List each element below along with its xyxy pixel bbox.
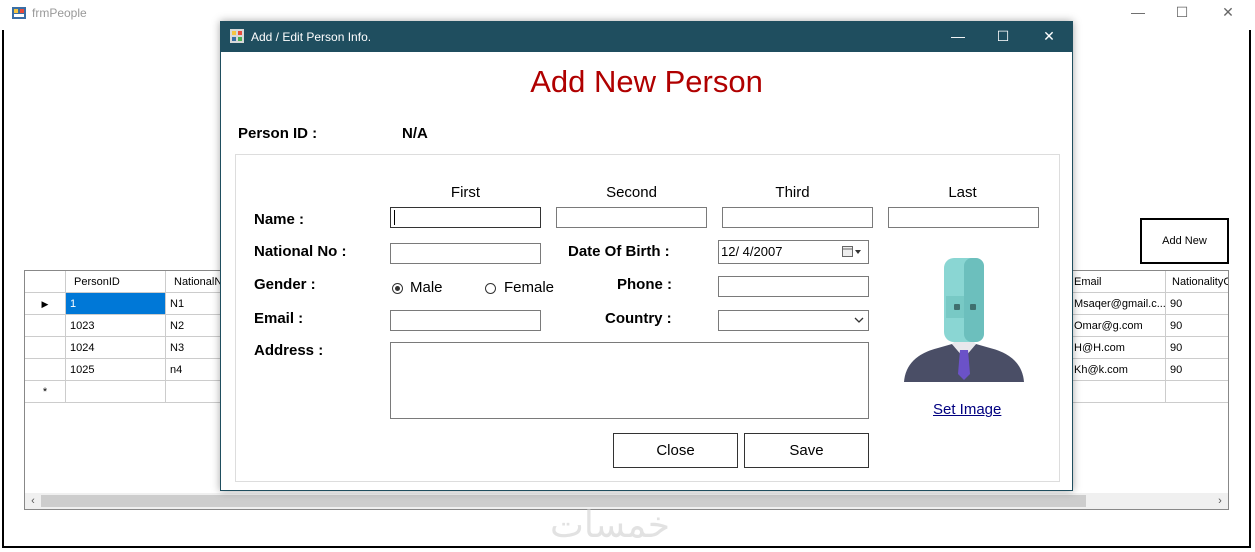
column-header-email[interactable]: Email (1070, 271, 1166, 293)
gender-male-radio[interactable] (392, 283, 403, 294)
row-header[interactable] (25, 315, 66, 337)
gender-male-label[interactable]: Male (410, 279, 443, 296)
second-name-header: Second (606, 184, 657, 201)
country-label: Country : (605, 310, 672, 327)
third-name-header: Third (775, 184, 810, 201)
column-header-person-id[interactable]: PersonID (66, 271, 166, 293)
name-label: Name : (254, 211, 305, 228)
row-header[interactable] (25, 337, 66, 359)
table-row-cell[interactable]: 1023 (66, 315, 166, 337)
window-title: frmPeople (32, 6, 87, 20)
date-of-birth-picker[interactable]: 12/ 4/2007 (718, 240, 869, 264)
table-row-cell[interactable]: 90 (1166, 337, 1228, 359)
add-edit-person-dialog: Add / Edit Person Info. — ☐ ✕ Add New Pe… (220, 21, 1073, 491)
table-row-cell[interactable]: Msaqer@gmail.c... (1070, 293, 1166, 315)
third-name-field[interactable] (722, 207, 873, 228)
phone-label: Phone : (617, 276, 672, 293)
table-row-cell[interactable]: n4 (166, 359, 226, 381)
chevron-down-icon[interactable] (854, 317, 864, 324)
gender-female-label[interactable]: Female (504, 279, 554, 296)
phone-field[interactable] (718, 276, 869, 297)
column-header-national-no[interactable]: NationalN (166, 271, 226, 293)
dialog-maximize-button[interactable]: ☐ (992, 28, 1014, 45)
watermark: خمسات (550, 505, 671, 546)
first-name-field[interactable] (390, 207, 541, 228)
table-row-cell[interactable]: 90 (1166, 293, 1228, 315)
column-header-nationality[interactable]: NationalityC (1166, 271, 1228, 293)
second-name-field[interactable] (556, 207, 707, 228)
new-row-cell[interactable] (66, 381, 166, 403)
table-row-cell[interactable]: 1025 (66, 359, 166, 381)
table-row-cell[interactable]: 1 (66, 293, 166, 315)
table-row-cell[interactable]: N1 (166, 293, 226, 315)
dialog-minimize-button[interactable]: — (947, 28, 969, 44)
save-button[interactable]: Save (744, 433, 869, 468)
new-row-marker[interactable]: * (25, 381, 66, 403)
current-row-marker[interactable]: ▶ (25, 293, 66, 315)
new-row-cell[interactable] (1070, 381, 1166, 403)
dialog-close-button[interactable]: ✕ (1038, 28, 1060, 45)
add-new-button[interactable]: Add New (1140, 218, 1229, 264)
table-row-cell[interactable]: N3 (166, 337, 226, 359)
last-name-header: Last (948, 184, 977, 201)
new-row-cell[interactable] (1166, 381, 1228, 403)
gender-female-radio[interactable] (485, 283, 496, 294)
table-row-cell[interactable]: H@H.com (1070, 337, 1166, 359)
last-name-field[interactable] (888, 207, 1039, 228)
close-button[interactable]: Close (613, 433, 738, 468)
first-name-header: First (450, 184, 481, 201)
email-label: Email : (254, 310, 304, 327)
calendar-dropdown-icon[interactable] (842, 246, 862, 258)
person-avatar-icon (904, 258, 1024, 382)
close-button[interactable]: ✕ (1218, 4, 1238, 21)
maximize-button[interactable]: ☐ (1172, 4, 1192, 21)
email-field[interactable] (390, 310, 541, 331)
table-row-cell[interactable]: Omar@g.com (1070, 315, 1166, 337)
date-of-birth-value: 12/ 4/2007 (721, 244, 783, 259)
text-cursor (394, 210, 395, 225)
person-id-value: N/A (402, 125, 428, 142)
row-header[interactable] (25, 359, 66, 381)
app-icon (12, 7, 26, 19)
address-field[interactable] (390, 342, 869, 419)
person-id-label: Person ID : (238, 125, 318, 142)
table-row-cell[interactable]: 90 (1166, 315, 1228, 337)
country-select[interactable] (718, 310, 869, 331)
scroll-right-icon[interactable]: › (1212, 493, 1228, 509)
dialog-titlebar[interactable]: Add / Edit Person Info. — ☐ ✕ (221, 22, 1072, 52)
national-no-label: National No : (254, 243, 347, 260)
dialog-title: Add / Edit Person Info. (251, 30, 372, 44)
row-header-corner (25, 271, 66, 293)
form-icon (230, 29, 244, 43)
table-row-cell[interactable]: 90 (1166, 359, 1228, 381)
table-row-cell[interactable]: 1024 (66, 337, 166, 359)
new-row-cell[interactable] (166, 381, 226, 403)
date-of-birth-label: Date Of Birth : (568, 243, 670, 260)
national-no-field[interactable] (390, 243, 541, 264)
minimize-button[interactable]: — (1128, 4, 1148, 20)
table-row-cell[interactable]: Kh@k.com (1070, 359, 1166, 381)
address-label: Address : (254, 342, 324, 359)
gender-label: Gender : (254, 276, 316, 293)
scroll-left-icon[interactable]: ‹ (25, 493, 41, 509)
table-row-cell[interactable]: N2 (166, 315, 226, 337)
page-title: Add New Person (530, 64, 763, 99)
set-image-link[interactable]: Set Image (933, 401, 1001, 418)
